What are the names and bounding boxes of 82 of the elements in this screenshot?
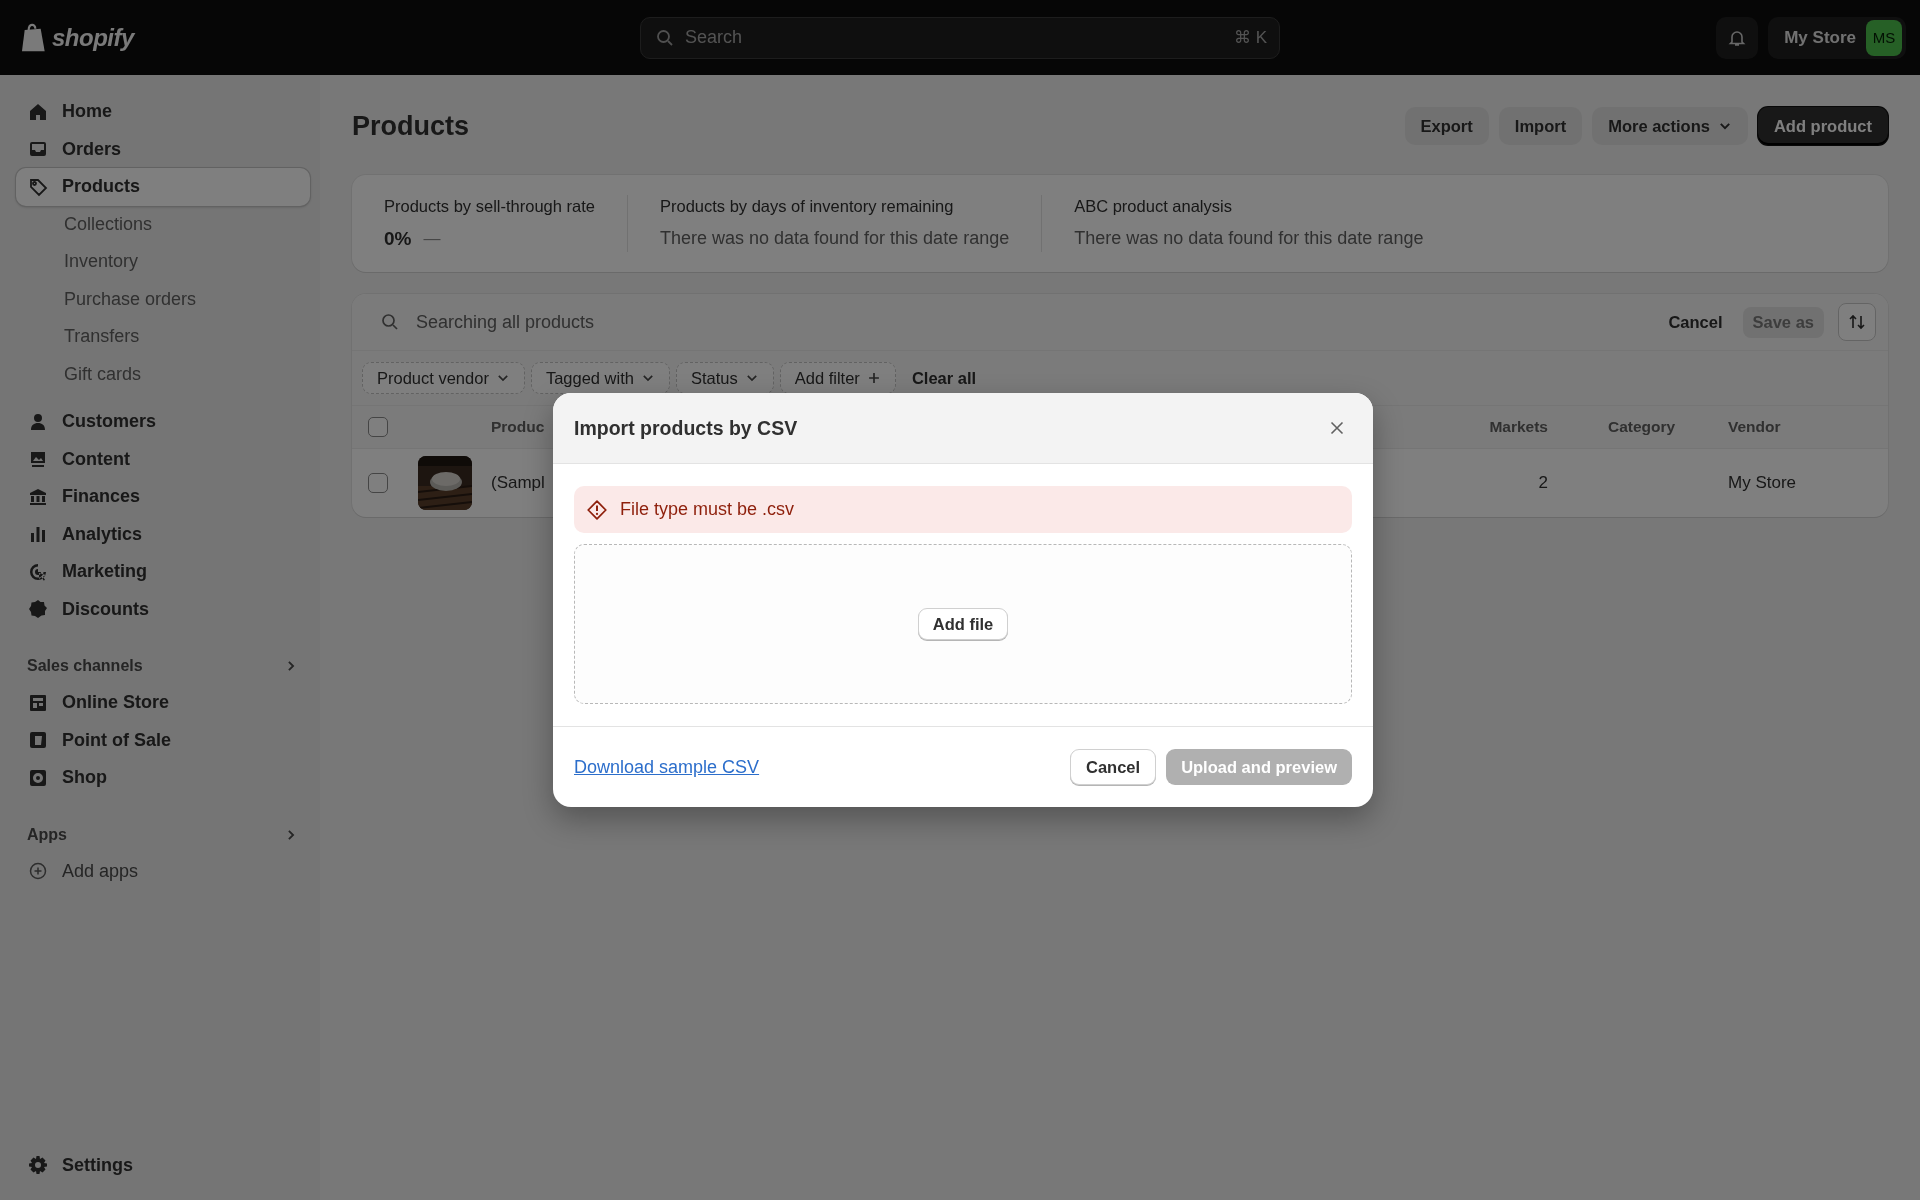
section-title: Apps (27, 825, 67, 844)
sidebar-subitem[interactable]: Gift cards (16, 355, 304, 393)
column-header: Produc (491, 418, 545, 436)
bank-icon (28, 486, 48, 507)
metric-note: There was no data found for this date range (1074, 228, 1424, 249)
logo-text[interactable]: shopify (52, 23, 134, 52)
target-icon (28, 561, 48, 582)
home-icon (28, 101, 48, 122)
search-icon (380, 312, 400, 332)
sidebar-item[interactable]: Marketing (16, 553, 310, 591)
sidebar-subitem[interactable]: Purchase orders (16, 280, 304, 318)
sidebar-item[interactable]: Content (16, 440, 310, 478)
store-avatar: MS (1866, 19, 1902, 56)
metric-title[interactable]: Products by sell-through rate (384, 197, 595, 216)
store-name: My Store (1784, 27, 1856, 48)
plus-circle-icon (28, 861, 48, 882)
notifications-button[interactable] (1716, 16, 1759, 59)
action-button[interactable]: Export (1404, 107, 1489, 145)
action-button[interactable]: Import (1498, 107, 1583, 145)
metric-value: 0% (384, 228, 412, 250)
sidebar-item[interactable]: Shop (16, 759, 310, 797)
sidebar-subitem[interactable]: Inventory (16, 243, 304, 281)
bag-icon (28, 730, 48, 751)
page-title: Products (352, 110, 470, 142)
file-dropzone[interactable]: Add file (574, 544, 1352, 704)
table-cell: 2 (1538, 473, 1548, 493)
sidebar-item[interactable]: Add apps (16, 852, 310, 890)
tag-icon (28, 176, 48, 197)
more-actions-button[interactable]: More actions (1592, 107, 1748, 145)
add-product-button[interactable]: Add product (1757, 107, 1888, 145)
sidebar-item[interactable]: Point of Sale (16, 721, 310, 759)
sidebar-subitem[interactable]: Collections (16, 205, 304, 243)
sidebar-item[interactable]: Analytics (16, 515, 310, 553)
add-file-button[interactable]: Add file (917, 608, 1009, 640)
image-icon (28, 449, 48, 470)
metric-trend: — (423, 229, 441, 249)
bar-chart-icon (28, 524, 48, 545)
column-header: Markets (1489, 418, 1548, 436)
checkbox[interactable] (368, 473, 388, 493)
shopping-bag-icon (20, 21, 48, 54)
sidebar-item[interactable]: Online Store (16, 684, 310, 722)
sidebar-item[interactable]: Orders (16, 130, 310, 168)
search-bar[interactable]: Search ⌘ K (640, 16, 1280, 59)
shortcut-hint: ⌘ K (1233, 27, 1267, 48)
settings-item[interactable]: Settings (16, 1146, 310, 1184)
error-message: File type must be .csv (620, 499, 795, 520)
metric-note: There was no data found for this date range (659, 228, 1010, 249)
warning-diamond-icon (586, 498, 608, 521)
sort-button[interactable] (1838, 303, 1876, 341)
plus-icon (866, 371, 881, 385)
table-cell[interactable]: (Sampl (491, 473, 545, 493)
filter-button[interactable]: Tagged with (530, 362, 670, 394)
checkbox[interactable] (368, 417, 388, 437)
metric-title[interactable]: ABC product analysis (1074, 197, 1424, 216)
person-icon (28, 411, 48, 432)
search-icon (655, 27, 675, 48)
filter-button[interactable]: Product vendor (362, 362, 525, 394)
filter-button[interactable]: Add filter (779, 362, 896, 394)
filter-button[interactable]: Status (675, 362, 774, 394)
sidebar-item[interactable]: Home (16, 93, 310, 131)
column-header: Category (1607, 418, 1676, 436)
download-sample-link[interactable]: Download sample CSV (574, 756, 760, 778)
sidebar-item[interactable]: Discounts (16, 590, 310, 628)
shop-logo-icon (28, 767, 48, 788)
sort-icon (1847, 312, 1867, 332)
metric-title[interactable]: Products by days of inventory remaining (659, 197, 1010, 216)
sidebar-item[interactable]: Finances (16, 478, 310, 516)
store-menu-button[interactable]: My Store MS (1768, 16, 1906, 59)
store-icon (28, 692, 48, 713)
cancel-button[interactable]: Cancel (1070, 749, 1157, 785)
sidebar-item[interactable]: Products (16, 168, 310, 206)
clear-all-button[interactable]: Clear all (905, 364, 983, 392)
sidebar-subitem[interactable]: Transfers (16, 318, 304, 356)
table-cell: My Store (1728, 473, 1797, 493)
search-field[interactable]: Searching all products (414, 310, 1649, 334)
dialog-title: Import products by CSV (574, 416, 798, 440)
section-title: Sales channels (27, 657, 143, 675)
search-field[interactable]: Search (683, 26, 1226, 49)
settings-icon (28, 1155, 48, 1176)
sidebar-item[interactable]: Customers (16, 403, 310, 441)
cancel-button[interactable]: Cancel (1662, 308, 1729, 336)
column-header: Vendor (1728, 418, 1781, 436)
